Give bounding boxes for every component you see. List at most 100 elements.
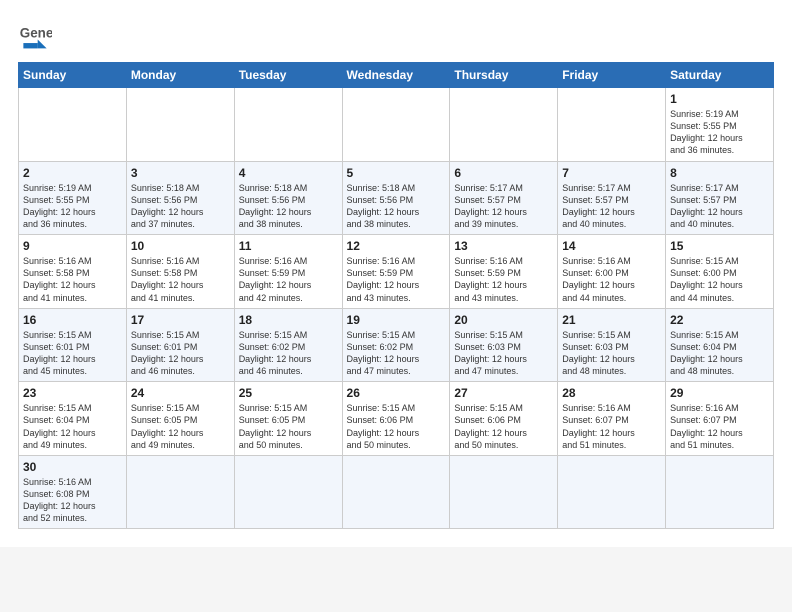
calendar-cell: 19Sunrise: 5:15 AM Sunset: 6:02 PM Dayli…	[342, 308, 450, 382]
day-info: Sunrise: 5:17 AM Sunset: 5:57 PM Dayligh…	[454, 182, 553, 231]
day-number: 8	[670, 166, 769, 180]
calendar-week-5: 23 Sunrise: 5:15 AM Sunset: 6:04 PM Dayli…	[19, 382, 774, 456]
calendar-cell: 9 Sunrise: 5:16 AM Sunset: 5:58 PM Daylig…	[19, 235, 127, 309]
day-info: Sunrise: 5:15 AM Sunset: 6:04 PM Dayligh…	[23, 402, 122, 451]
day-info: Sunrise: 5:18 AM Sunset: 5:56 PM Dayligh…	[239, 182, 338, 231]
day-number: 2	[23, 166, 122, 180]
day-number: 3	[131, 166, 230, 180]
calendar-cell	[342, 455, 450, 529]
day-number: 25	[239, 386, 338, 400]
logo: General	[18, 18, 56, 52]
day-info: Sunrise: 5:16 AM Sunset: 5:59 PM Dayligh…	[454, 255, 553, 304]
day-number: 17	[131, 313, 230, 327]
calendar-cell: 23 Sunrise: 5:15 AM Sunset: 6:04 PM Dayli…	[19, 382, 127, 456]
calendar-cell: 13 Sunrise: 5:16 AM Sunset: 5:59 PM Dayli…	[450, 235, 558, 309]
day-info: Sunrise: 5:16 AM Sunset: 5:58 PM Dayligh…	[131, 255, 230, 304]
day-info: Sunrise: 5:19 AM Sunset: 5:55 PM Dayligh…	[670, 108, 769, 157]
generalblue-logo-icon: General	[18, 18, 52, 52]
day-number: 15	[670, 239, 769, 253]
calendar-cell: 18Sunrise: 5:15 AM Sunset: 6:02 PM Dayli…	[234, 308, 342, 382]
day-info: Sunrise: 5:16 AM Sunset: 6:00 PM Dayligh…	[562, 255, 661, 304]
day-info: Sunrise: 5:15 AM Sunset: 6:06 PM Dayligh…	[454, 402, 553, 451]
calendar-cell: 20Sunrise: 5:15 AM Sunset: 6:03 PM Dayli…	[450, 308, 558, 382]
day-number: 10	[131, 239, 230, 253]
day-info: Sunrise: 5:15 AM Sunset: 6:00 PM Dayligh…	[670, 255, 769, 304]
calendar-table: SundayMondayTuesdayWednesdayThursdayFrid…	[18, 62, 774, 529]
day-number: 12	[347, 239, 446, 253]
svg-text:General: General	[20, 26, 52, 41]
day-number: 29	[670, 386, 769, 400]
day-info: Sunrise: 5:15 AM Sunset: 6:03 PM Dayligh…	[454, 329, 553, 378]
day-info: Sunrise: 5:15 AM Sunset: 6:05 PM Dayligh…	[239, 402, 338, 451]
calendar-cell: 26Sunrise: 5:15 AM Sunset: 6:06 PM Dayli…	[342, 382, 450, 456]
day-number: 24	[131, 386, 230, 400]
calendar-cell: 7 Sunrise: 5:17 AM Sunset: 5:57 PM Daylig…	[558, 161, 666, 235]
day-number: 11	[239, 239, 338, 253]
weekday-header-friday: Friday	[558, 63, 666, 88]
calendar-cell: 12 Sunrise: 5:16 AM Sunset: 5:59 PM Dayli…	[342, 235, 450, 309]
day-number: 27	[454, 386, 553, 400]
calendar-cell	[666, 455, 774, 529]
calendar-cell: 10 Sunrise: 5:16 AM Sunset: 5:58 PM Dayli…	[126, 235, 234, 309]
day-info: Sunrise: 5:15 AM Sunset: 6:03 PM Dayligh…	[562, 329, 661, 378]
calendar-cell: 4Sunrise: 5:18 AM Sunset: 5:56 PM Daylig…	[234, 161, 342, 235]
day-info: Sunrise: 5:15 AM Sunset: 6:04 PM Dayligh…	[670, 329, 769, 378]
day-number: 23	[23, 386, 122, 400]
day-info: Sunrise: 5:19 AM Sunset: 5:55 PM Dayligh…	[23, 182, 122, 231]
calendar-week-1: 1 Sunrise: 5:19 AM Sunset: 5:55 PM Daylig…	[19, 88, 774, 162]
day-number: 21	[562, 313, 661, 327]
calendar-cell: 27 Sunrise: 5:15 AM Sunset: 6:06 PM Dayli…	[450, 382, 558, 456]
calendar-cell: 25 Sunrise: 5:15 AM Sunset: 6:05 PM Dayli…	[234, 382, 342, 456]
calendar-cell: 16 Sunrise: 5:15 AM Sunset: 6:01 PM Dayli…	[19, 308, 127, 382]
day-number: 26	[347, 386, 446, 400]
calendar-cell: 6Sunrise: 5:17 AM Sunset: 5:57 PM Daylig…	[450, 161, 558, 235]
weekday-header-row: SundayMondayTuesdayWednesdayThursdayFrid…	[19, 63, 774, 88]
calendar-cell	[19, 88, 127, 162]
calendar-cell	[234, 455, 342, 529]
calendar-cell: 8 Sunrise: 5:17 AM Sunset: 5:57 PM Daylig…	[666, 161, 774, 235]
day-info: Sunrise: 5:17 AM Sunset: 5:57 PM Dayligh…	[562, 182, 661, 231]
calendar-cell	[342, 88, 450, 162]
calendar-week-2: 2 Sunrise: 5:19 AM Sunset: 5:55 PM Daylig…	[19, 161, 774, 235]
day-info: Sunrise: 5:18 AM Sunset: 5:56 PM Dayligh…	[347, 182, 446, 231]
day-info: Sunrise: 5:17 AM Sunset: 5:57 PM Dayligh…	[670, 182, 769, 231]
day-info: Sunrise: 5:16 AM Sunset: 5:58 PM Dayligh…	[23, 255, 122, 304]
day-info: Sunrise: 5:16 AM Sunset: 6:08 PM Dayligh…	[23, 476, 122, 525]
calendar-cell: 3Sunrise: 5:18 AM Sunset: 5:56 PM Daylig…	[126, 161, 234, 235]
day-number: 9	[23, 239, 122, 253]
calendar-week-3: 9 Sunrise: 5:16 AM Sunset: 5:58 PM Daylig…	[19, 235, 774, 309]
calendar-cell	[234, 88, 342, 162]
day-number: 13	[454, 239, 553, 253]
calendar-cell	[126, 88, 234, 162]
day-info: Sunrise: 5:16 AM Sunset: 6:07 PM Dayligh…	[562, 402, 661, 451]
header: General	[18, 18, 774, 52]
calendar-week-4: 16 Sunrise: 5:15 AM Sunset: 6:01 PM Dayli…	[19, 308, 774, 382]
calendar-cell: 15 Sunrise: 5:15 AM Sunset: 6:00 PM Dayli…	[666, 235, 774, 309]
day-info: Sunrise: 5:16 AM Sunset: 5:59 PM Dayligh…	[239, 255, 338, 304]
weekday-header-thursday: Thursday	[450, 63, 558, 88]
day-number: 22	[670, 313, 769, 327]
day-number: 5	[347, 166, 446, 180]
weekday-header-sunday: Sunday	[19, 63, 127, 88]
calendar-cell: 2 Sunrise: 5:19 AM Sunset: 5:55 PM Daylig…	[19, 161, 127, 235]
calendar-cell: 28 Sunrise: 5:16 AM Sunset: 6:07 PM Dayli…	[558, 382, 666, 456]
calendar-cell: 11 Sunrise: 5:16 AM Sunset: 5:59 PM Dayli…	[234, 235, 342, 309]
calendar-week-6: 30Sunrise: 5:16 AM Sunset: 6:08 PM Dayli…	[19, 455, 774, 529]
day-info: Sunrise: 5:16 AM Sunset: 6:07 PM Dayligh…	[670, 402, 769, 451]
day-number: 1	[670, 92, 769, 106]
day-number: 16	[23, 313, 122, 327]
calendar-cell: 1 Sunrise: 5:19 AM Sunset: 5:55 PM Daylig…	[666, 88, 774, 162]
day-info: Sunrise: 5:15 AM Sunset: 6:01 PM Dayligh…	[23, 329, 122, 378]
day-number: 7	[562, 166, 661, 180]
calendar-page: General SundayMondayTuesdayWednesdayThur…	[0, 0, 792, 547]
day-info: Sunrise: 5:15 AM Sunset: 6:05 PM Dayligh…	[131, 402, 230, 451]
calendar-cell	[126, 455, 234, 529]
day-info: Sunrise: 5:15 AM Sunset: 6:02 PM Dayligh…	[347, 329, 446, 378]
calendar-cell: 5 Sunrise: 5:18 AM Sunset: 5:56 PM Daylig…	[342, 161, 450, 235]
day-number: 14	[562, 239, 661, 253]
day-info: Sunrise: 5:16 AM Sunset: 5:59 PM Dayligh…	[347, 255, 446, 304]
weekday-header-saturday: Saturday	[666, 63, 774, 88]
day-number: 28	[562, 386, 661, 400]
day-number: 18	[239, 313, 338, 327]
weekday-header-wednesday: Wednesday	[342, 63, 450, 88]
